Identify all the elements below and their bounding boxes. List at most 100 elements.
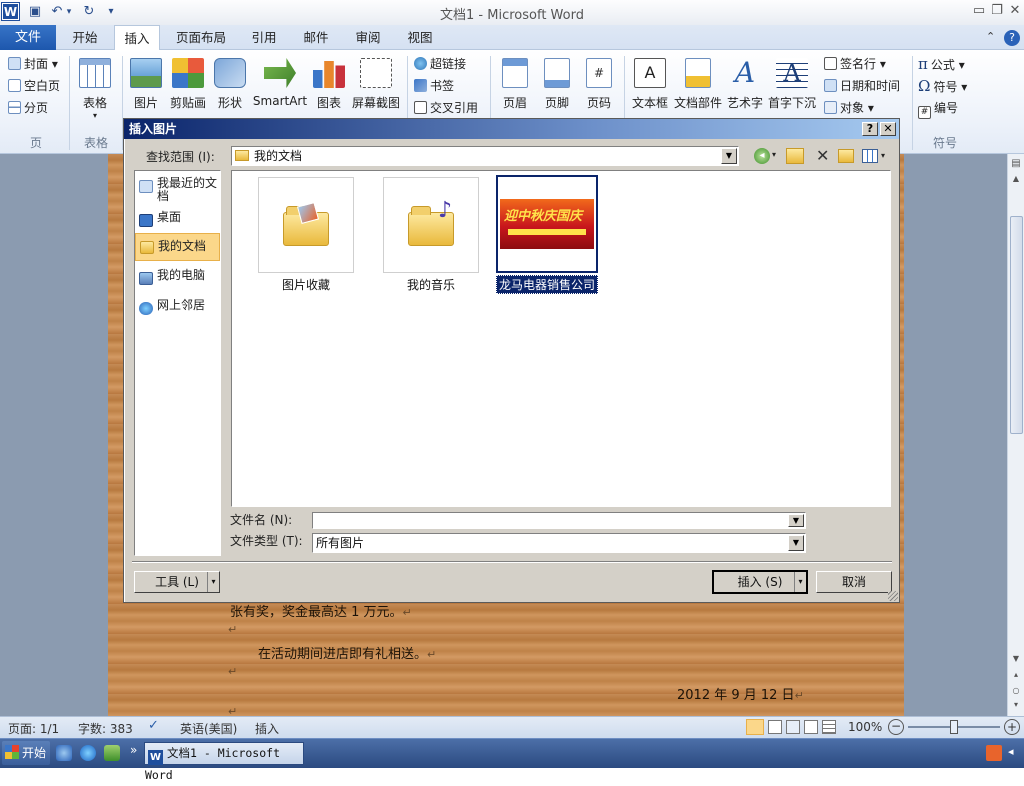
media-player-icon[interactable] xyxy=(104,745,120,761)
tab-review[interactable]: 审阅 xyxy=(346,25,390,50)
dropcap-button[interactable]: A 首字下沉 xyxy=(766,58,818,120)
minimize-ribbon-icon[interactable]: ⌃ xyxy=(986,30,1000,44)
tab-view[interactable]: 视图 xyxy=(398,25,442,50)
tab-file[interactable]: 文件 xyxy=(0,25,56,50)
smartart-button[interactable]: SmartArt xyxy=(252,58,308,120)
filename-input[interactable]: ▼ xyxy=(312,512,806,529)
up-folder-icon[interactable] xyxy=(786,148,804,164)
tools-button[interactable]: 工具 (L) ▾ xyxy=(134,571,220,593)
symbol-button[interactable]: Ω 符号 ▾ xyxy=(918,76,967,96)
picture-button[interactable]: 图片 xyxy=(128,58,164,120)
hyperlink-button[interactable]: 超链接 xyxy=(414,54,466,74)
tray-icon[interactable] xyxy=(986,745,1002,761)
tab-insert[interactable]: 插入 xyxy=(114,25,160,51)
proofing-icon[interactable]: ✓ xyxy=(148,718,164,734)
blank-page-button[interactable]: 空白页 xyxy=(8,76,60,96)
crossref-button[interactable]: 交叉引用 xyxy=(414,98,478,118)
start-button[interactable]: 开始 xyxy=(2,741,50,765)
datetime-button[interactable]: 日期和时间 xyxy=(824,76,900,96)
word-count[interactable]: 字数: 383 xyxy=(78,720,133,737)
place-my-computer[interactable]: 我的电脑 xyxy=(135,265,220,293)
zoom-out-icon[interactable]: − xyxy=(888,719,904,735)
place-recent[interactable]: 我最近的文档 xyxy=(135,173,220,205)
file-list[interactable]: 图片收藏 ♪ 我的音乐 迎中秋庆国庆 龙马电器销售公司 xyxy=(231,170,891,507)
doc-line-2[interactable]: 在活动期间进店即有礼相送。↵ xyxy=(258,643,436,662)
scroll-down-icon[interactable]: ▼ xyxy=(1010,654,1022,664)
screenshot-button[interactable]: 屏幕截图 xyxy=(348,58,404,120)
cover-page-button[interactable]: 封面 ▾ xyxy=(8,54,58,74)
chart-button[interactable]: 图表 xyxy=(312,58,346,120)
file-item-selected[interactable]: 迎中秋庆国庆 龙马电器销售公司 xyxy=(496,175,616,294)
prev-page-icon[interactable]: ▴ xyxy=(1010,670,1022,680)
print-layout-view-icon[interactable] xyxy=(746,719,764,735)
lookin-dropdown[interactable]: 我的文档 ▼ xyxy=(231,146,739,166)
textbox-button[interactable]: A 文本框 xyxy=(630,58,670,120)
chevron-down-icon[interactable]: ▼ xyxy=(788,535,804,551)
tab-mailings[interactable]: 邮件 xyxy=(294,25,338,50)
page-break-button[interactable]: 分页 xyxy=(8,98,48,118)
object-button[interactable]: 对象 ▾ xyxy=(824,98,874,118)
wordart-button[interactable]: A 艺术字 xyxy=(724,58,766,120)
chevron-down-icon[interactable]: ▼ xyxy=(788,514,804,527)
page-number-button[interactable]: # 页码 xyxy=(580,58,618,120)
show-desktop-icon[interactable] xyxy=(56,745,72,761)
insert-button[interactable]: 插入 (S) ▾ xyxy=(712,570,808,594)
ie-icon[interactable] xyxy=(80,745,96,761)
zoom-slider-thumb[interactable] xyxy=(950,720,958,734)
next-page-icon[interactable]: ▾ xyxy=(1010,700,1022,710)
taskbar-word-window[interactable]: W 文档1 - Microsoft Word xyxy=(144,742,304,782)
tab-layout[interactable]: 页面布局 xyxy=(168,25,234,50)
dialog-title-bar[interactable]: 插入图片 xyxy=(124,119,899,139)
restore-icon[interactable]: ❐ xyxy=(988,2,1006,20)
delete-icon[interactable]: ✕ xyxy=(816,146,829,165)
language-indicator[interactable]: 英语(美国) xyxy=(180,720,237,737)
zoom-level[interactable]: 100% xyxy=(848,720,882,734)
views-dropdown-icon[interactable]: ▾ xyxy=(881,151,885,160)
dialog-close-button[interactable]: ✕ xyxy=(880,122,896,136)
file-item[interactable]: 图片收藏 xyxy=(246,177,366,293)
bookmark-button[interactable]: 书签 xyxy=(414,76,454,96)
doc-date-line[interactable]: 2012 年 9 月 12 日↵ xyxy=(677,684,804,703)
scroll-up-icon[interactable]: ▲ xyxy=(1010,174,1022,184)
chevron-down-icon[interactable]: ▼ xyxy=(721,148,737,164)
equation-button[interactable]: π 公式 ▾ xyxy=(918,54,965,74)
outline-view-icon[interactable] xyxy=(804,720,818,734)
zoom-in-icon[interactable]: + xyxy=(1004,719,1020,735)
scroll-thumb[interactable] xyxy=(1010,216,1023,434)
close-icon[interactable]: ✕ xyxy=(1006,2,1024,20)
tab-home[interactable]: 开始 xyxy=(62,25,108,50)
place-network[interactable]: 网上邻居 xyxy=(135,295,220,323)
footer-button[interactable]: 页脚 xyxy=(538,58,576,120)
quicklaunch-more-icon[interactable]: » xyxy=(130,743,137,757)
views-icon[interactable] xyxy=(862,149,878,163)
cancel-button[interactable]: 取消 xyxy=(816,571,892,593)
full-screen-view-icon[interactable] xyxy=(768,720,782,734)
quickparts-button[interactable]: 文档部件 xyxy=(672,58,724,120)
file-item[interactable]: ♪ 我的音乐 xyxy=(371,177,491,293)
resize-grip-icon[interactable] xyxy=(888,591,898,601)
new-folder-icon[interactable] xyxy=(838,149,854,163)
back-icon[interactable]: ◂ xyxy=(754,148,770,164)
header-button[interactable]: 页眉 xyxy=(496,58,534,120)
minimize-icon[interactable]: ▭ xyxy=(970,2,988,20)
tray-sound-icon[interactable]: ◂ xyxy=(1008,745,1020,761)
clipart-button[interactable]: 剪贴画 xyxy=(166,58,210,120)
table-button[interactable]: 表格 ▾ xyxy=(76,58,114,120)
insert-mode-indicator[interactable]: 插入 xyxy=(255,720,279,737)
back-dropdown-icon[interactable]: ▾ xyxy=(772,150,776,159)
filetype-dropdown[interactable]: 所有图片 ▼ xyxy=(312,533,806,553)
vertical-scrollbar[interactable]: ▤ ▲ ▼ ▴ ○ ▾ xyxy=(1007,154,1024,716)
web-layout-view-icon[interactable] xyxy=(786,720,800,734)
help-icon[interactable]: ? xyxy=(1004,30,1020,46)
signature-line-button[interactable]: 签名行 ▾ xyxy=(824,54,886,74)
ruler-toggle-icon[interactable]: ▤ xyxy=(1010,158,1022,172)
draft-view-icon[interactable] xyxy=(822,720,836,734)
dialog-help-button[interactable]: ? xyxy=(862,122,878,136)
tab-references[interactable]: 引用 xyxy=(242,25,286,50)
number-button[interactable]: # 编号 xyxy=(918,98,958,119)
doc-line-1[interactable]: 张有奖，奖金最高达 1 万元。↵ xyxy=(230,601,412,620)
place-desktop[interactable]: 桌面 xyxy=(135,207,220,235)
place-my-documents[interactable]: 我的文档 xyxy=(135,233,220,261)
page-count[interactable]: 页面: 1/1 xyxy=(8,720,59,737)
browse-object-icon[interactable]: ○ xyxy=(1010,686,1022,696)
